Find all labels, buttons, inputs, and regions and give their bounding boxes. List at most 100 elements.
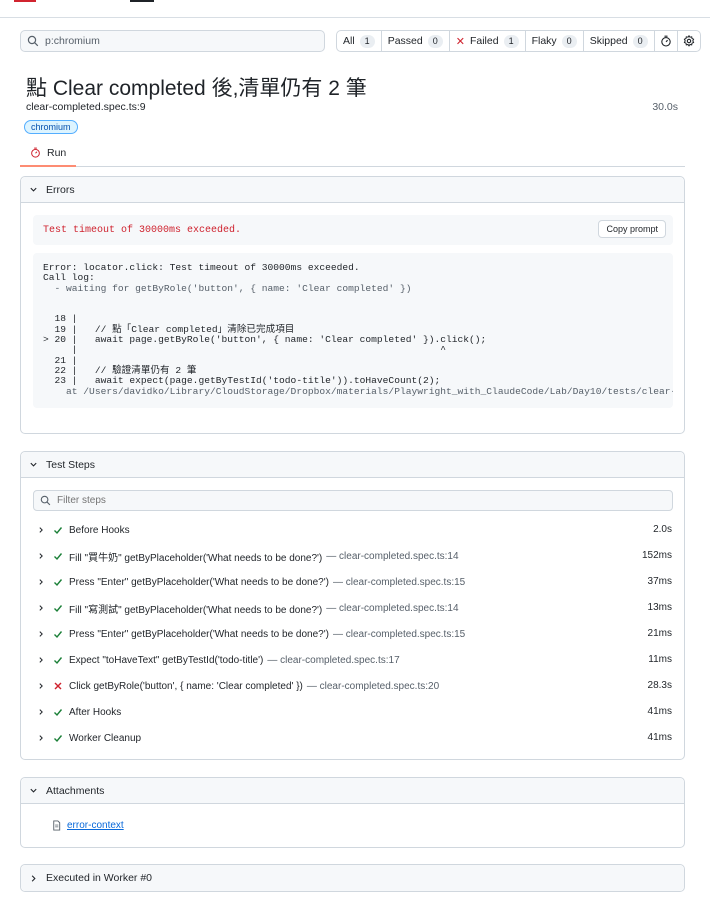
filter-label: Skipped [589, 35, 628, 47]
step-text: Before Hooks [69, 524, 130, 536]
attachment-item[interactable]: error-context [51, 820, 124, 831]
step-location: — clear-completed.spec.ts:15 [332, 628, 466, 640]
step-time: 152ms [641, 550, 672, 561]
test-location: clear-completed.spec.ts:9 [26, 101, 146, 113]
step-location: — clear-completed.spec.ts:14 [326, 550, 459, 562]
step-row[interactable]: Press "Enter" getByPlaceholder('What nee… [21, 621, 684, 647]
step-list: Before Hooks 2.0s Fill "買牛奶" getByPlacehol… [21, 517, 684, 751]
logo-mark [14, 0, 36, 2]
check-icon [54, 553, 63, 561]
chevron-right-icon [39, 683, 43, 689]
step-text: Worker Cleanup [69, 732, 142, 744]
steps-title: Test Steps [46, 458, 96, 471]
errors-title: Errors [46, 183, 75, 196]
chevron-right-icon [39, 579, 43, 585]
chevron-down-icon [30, 788, 37, 793]
error-stack: Error: locator.click: Test timeout of 30… [33, 253, 673, 408]
step-text: Press "Enter" getByPlaceholder('What nee… [69, 576, 329, 588]
filter-passed[interactable]: Passed 0 [382, 31, 450, 51]
filter-count: 1 [503, 34, 519, 48]
step-time: 41ms [647, 732, 672, 743]
step-time: 2.0s [653, 524, 672, 535]
gear-icon [683, 35, 694, 47]
steps-section: Test Steps Before Hooks 2.0s Fill "買牛奶" ge… [20, 451, 685, 760]
chevron-right-icon [39, 735, 43, 741]
worker-header[interactable]: Executed in Worker #0 [21, 865, 684, 891]
step-time: 11ms [648, 654, 672, 665]
attachments-section: Attachments error-context [20, 777, 685, 848]
step-row[interactable]: Press "Enter" getByPlaceholder('What nee… [21, 569, 684, 595]
step-location: — clear-completed.spec.ts:17 [267, 654, 400, 666]
step-text: Expect "toHaveText" getByTestId('todo-ti… [69, 654, 264, 666]
chevron-right-icon [31, 874, 36, 882]
step-row[interactable]: After Hooks 41ms [21, 699, 684, 725]
step-location: — clear-completed.spec.ts:15 [332, 576, 466, 588]
failed-x-icon: ✕ [455, 35, 465, 48]
filter-label: Failed [469, 35, 499, 47]
step-time: 21ms [647, 628, 672, 639]
step-time: 37ms [647, 576, 672, 587]
filter-flaky[interactable]: Flaky 0 [526, 31, 584, 51]
stack-line: at /Users/davidko/Library/CloudStorage/D… [43, 385, 673, 397]
chevron-down-icon [30, 462, 37, 467]
x-icon [54, 682, 62, 690]
step-text: Click getByRole('button', { name: 'Clear… [69, 680, 303, 692]
stopwatch-icon [31, 147, 40, 158]
error-message: Test timeout of 30000ms exceeded. [43, 225, 242, 236]
chevron-down-icon [30, 187, 37, 192]
errors-section: Errors Test timeout of 30000ms exceeded.… [20, 176, 685, 434]
status-filters: All 1 Passed 0 ✕ Failed 1 Flaky 0 Skippe… [336, 30, 701, 52]
errors-header[interactable]: Errors [21, 177, 684, 203]
check-icon [54, 527, 63, 535]
filter-label: Passed [387, 35, 423, 47]
filter-label: Flaky [531, 35, 557, 47]
steps-header[interactable]: Test Steps [21, 452, 684, 478]
header-mark [130, 0, 154, 2]
filter-all[interactable]: All 1 [337, 31, 382, 51]
step-location: — clear-completed.spec.ts:14 [326, 602, 459, 614]
stack-trace: Error: locator.click: Test timeout of 30… [43, 262, 673, 397]
step-row[interactable]: Click getByRole('button', { name: 'Clear… [21, 673, 684, 699]
tab-run[interactable]: Run [20, 140, 77, 167]
step-row[interactable]: Fill "寫測試" getByPlaceholder('What needs … [21, 595, 684, 621]
step-row[interactable]: Fill "買牛奶" getByPlaceholder('What needs … [21, 543, 684, 569]
filter-count: 0 [561, 34, 577, 48]
filter-count: 1 [359, 34, 375, 48]
step-text: Fill "寫測試" getByPlaceholder('What needs … [69, 604, 323, 616]
tab-bar: Run [20, 140, 685, 167]
copy-prompt-button[interactable]: Copy prompt [598, 220, 666, 238]
step-row[interactable]: Expect "toHaveText" getByTestId('todo-ti… [21, 647, 684, 673]
check-icon [54, 709, 63, 717]
check-icon [54, 605, 63, 613]
stack-line: - waiting for getByRole('button', { name… [43, 282, 412, 294]
step-time: 13ms [647, 602, 672, 613]
steps-filter[interactable] [33, 490, 673, 511]
check-icon [54, 657, 63, 665]
check-icon [54, 631, 63, 639]
step-text: After Hooks [69, 706, 122, 718]
search-input[interactable] [45, 35, 315, 47]
step-row[interactable]: Worker Cleanup 41ms [21, 725, 684, 751]
filter-failed[interactable]: ✕ Failed 1 [450, 31, 526, 51]
attachments-header[interactable]: Attachments [21, 778, 684, 804]
chevron-right-icon [39, 553, 43, 559]
filter-steps-input[interactable] [57, 495, 657, 506]
step-row[interactable]: Before Hooks 2.0s [21, 517, 684, 543]
timer-button[interactable] [655, 31, 678, 51]
project-tag[interactable]: chromium [24, 120, 78, 134]
chevron-right-icon [39, 605, 43, 611]
step-location: — clear-completed.spec.ts:20 [306, 680, 440, 692]
search-bar[interactable] [20, 30, 325, 52]
stack-line: | ^ [43, 344, 447, 356]
chevron-right-icon [39, 657, 43, 663]
attachment-link[interactable]: error-context [67, 820, 124, 831]
settings-button[interactable] [678, 31, 700, 51]
attachments-title: Attachments [46, 784, 105, 797]
step-text: Press "Enter" getByPlaceholder('What nee… [69, 628, 329, 640]
step-time: 41ms [647, 706, 672, 717]
test-duration: 30.0s [652, 101, 678, 113]
filter-skipped[interactable]: Skipped 0 [584, 31, 655, 51]
tab-label: Run [47, 146, 67, 159]
search-icon [27, 35, 39, 47]
filter-count: 0 [427, 34, 443, 48]
